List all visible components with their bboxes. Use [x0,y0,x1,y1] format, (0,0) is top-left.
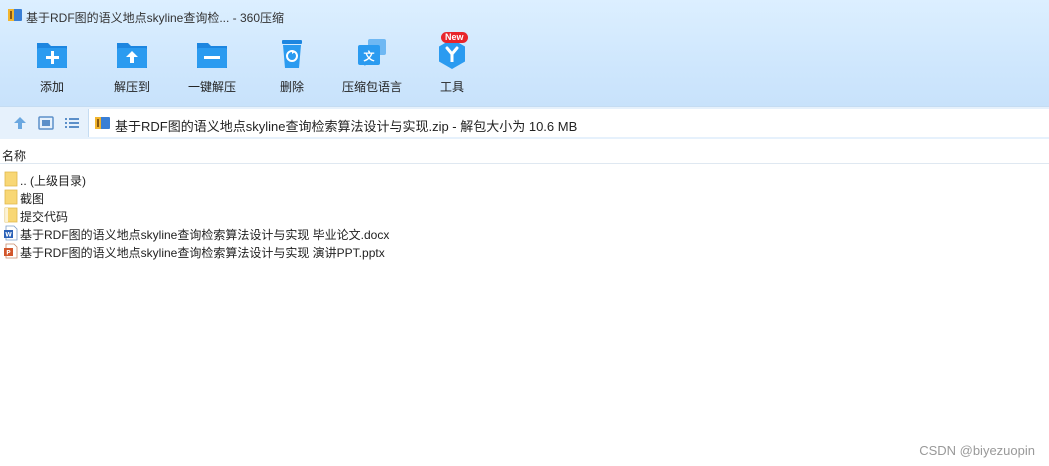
toolbar: 添加 解压到 一键解压 删除 文 压缩包语言 New 工具 [0,32,1049,98]
tools-button[interactable]: New 工具 [417,32,487,98]
svg-text:W: W [5,232,12,239]
watermark: CSDN @biyezuopin [919,443,1035,458]
folder-one-click-extract-icon [197,43,227,68]
folder-icon [4,171,18,187]
archive-language-label: 压缩包语言 [341,80,402,94]
word-document-icon: W [4,225,18,241]
column-name-header[interactable]: 名称 [2,147,26,164]
file-name: 提交代码 [20,210,69,224]
tools-label: 工具 [439,80,464,94]
new-badge: New [441,32,468,43]
list-item[interactable]: .. (上级目录) [0,170,600,188]
title-bar: 基于RDF图的语义地点skyline查询检... - 360压缩 [0,0,1049,30]
list-item[interactable]: P 基于RDF图的语义地点skyline查询检索算法设计与实现 演讲PPT.pp… [0,242,600,260]
list-item[interactable]: 截图 [0,188,600,206]
list-view-icon[interactable] [64,115,80,131]
add-button[interactable]: 添加 [17,36,87,98]
extract-to-button[interactable]: 解压到 [97,36,167,98]
list-item[interactable]: W 基于RDF图的语义地点skyline查询检索算法设计与实现 毕业论文.doc… [0,224,600,242]
folder-add-icon [37,43,67,68]
up-arrow-icon[interactable] [12,115,28,131]
one-click-extract-button[interactable]: 一键解压 [177,36,247,98]
address-bar[interactable]: 基于RDF图的语义地点skyline查询检索算法设计与实现.zip - 解包大小… [88,109,1049,137]
delete-label: 删除 [279,80,304,94]
one-click-extract-label: 一键解压 [187,80,236,94]
thumbnail-view-icon[interactable] [38,115,54,131]
app-icon [8,9,22,21]
column-header: 名称 [0,139,1049,164]
list-item[interactable]: 提交代码 [0,206,600,224]
file-name: 基于RDF图的语义地点skyline查询检索算法设计与实现 演讲PPT.pptx [20,246,385,260]
archive-language-button[interactable]: 文 压缩包语言 [337,36,407,98]
navigation-bar: 基于RDF图的语义地点skyline查询检索算法设计与实现.zip - 解包大小… [0,106,1049,140]
folder-extract-icon [117,43,147,68]
file-name: .. (上级目录) [20,174,86,188]
folder-icon [4,189,18,205]
file-name: 基于RDF图的语义地点skyline查询检索算法设计与实现 毕业论文.docx [20,228,390,242]
zip-file-icon [95,117,110,129]
address-path: 基于RDF图的语义地点skyline查询检索算法设计与实现.zip - 解包大小… [115,119,578,134]
add-label: 添加 [39,80,64,94]
window-title: 基于RDF图的语义地点skyline查询检... - 360压缩 [26,11,285,25]
powerpoint-document-icon: P [4,243,18,259]
extract-to-label: 解压到 [113,80,150,94]
language-icon: 文 [358,39,386,66]
svg-text:P: P [6,250,11,257]
svg-text:文: 文 [364,49,376,63]
folder-with-file-icon [4,207,18,223]
file-name: 截图 [20,192,45,206]
recycle-bin-icon [282,40,302,68]
delete-button[interactable]: 删除 [257,36,327,98]
top-bar: 基于RDF图的语义地点skyline查询检... - 360压缩 添加 解压到 [0,0,1049,106]
